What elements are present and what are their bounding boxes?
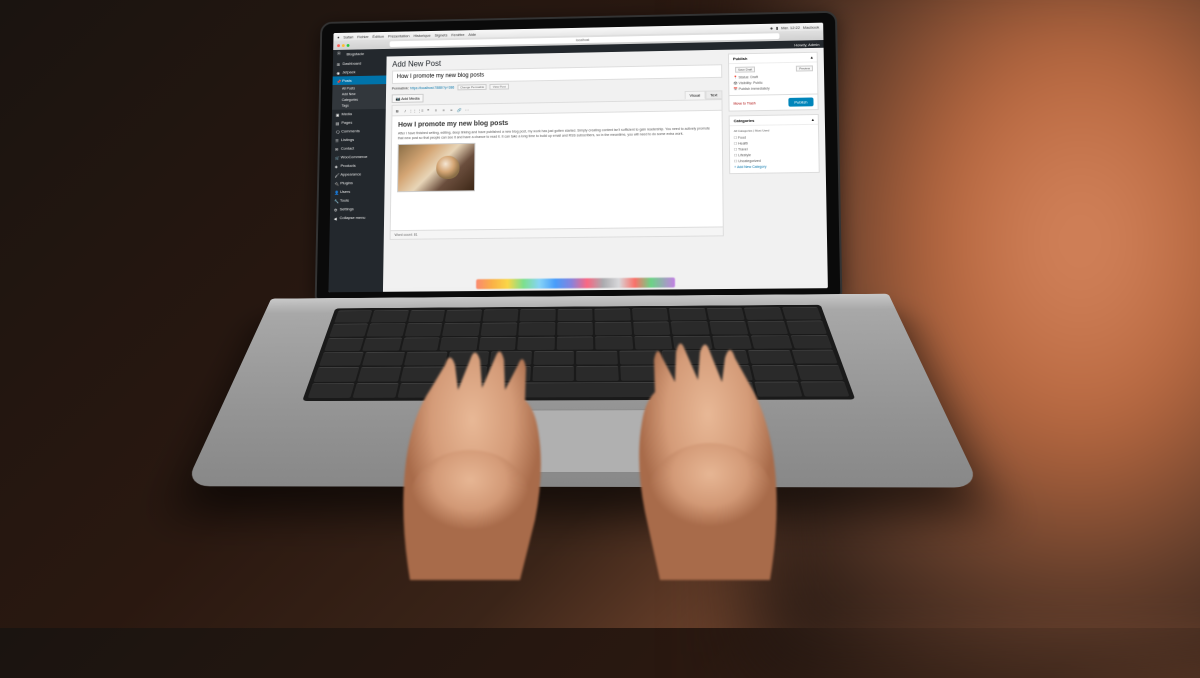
woo-icon: 🛒 <box>335 155 339 159</box>
wifi-icon[interactable]: ◈ <box>770 25 773 30</box>
window-controls <box>337 44 349 47</box>
screen-bezel: ● Safari Fichier Édition Présentation Hi… <box>315 11 843 300</box>
trash-link[interactable]: Move to Trash <box>733 101 755 105</box>
clock[interactable]: Mer. 12:22 <box>781 25 800 30</box>
publish-metabox: Publish ▴ Save Draft Preview 📍 Status: D… <box>728 52 819 112</box>
contact-icon: ✉ <box>335 146 339 150</box>
add-media-button[interactable]: 📷 Add Media <box>392 94 424 103</box>
battery-icon[interactable]: ▮ <box>776 25 778 30</box>
bullet-list-button[interactable]: ⋮⋮ <box>410 107 416 113</box>
editor-body[interactable]: How I promote my new blog posts After I … <box>390 110 724 231</box>
align-right-button[interactable]: ≡ <box>449 107 455 113</box>
add-category-link[interactable]: + Add New Category <box>734 163 815 170</box>
wp-logo-icon[interactable]: ⓦ <box>337 51 341 57</box>
categories-metabox: Categories ▴ All Categories | Most Used … <box>729 114 820 174</box>
macos-dock[interactable] <box>476 277 675 289</box>
menu-history[interactable]: Historique <box>413 32 430 37</box>
cat-tab-used[interactable]: Most Used <box>755 128 769 132</box>
greeting[interactable]: Howdy, Admin <box>794 42 819 47</box>
app-name[interactable]: Safari <box>343 34 353 39</box>
post-image-coffee[interactable] <box>397 143 475 192</box>
comments-icon: 🗨 <box>335 129 339 133</box>
publish-button[interactable]: Publish <box>788 97 813 106</box>
admin-sidebar: ⊞Dashboard ◉Jetpack 📌Posts All Posts Add… <box>328 57 386 293</box>
menu-edit[interactable]: Édition <box>372 33 384 38</box>
main-content: Add New Post How I promote my new blog p… <box>383 48 828 292</box>
italic-button[interactable]: I <box>402 107 408 113</box>
tab-text[interactable]: Text <box>705 90 722 99</box>
laptop-base <box>185 294 981 488</box>
quote-button[interactable]: ❝ <box>425 107 431 113</box>
left-hand <box>370 320 570 580</box>
posts-submenu: All Posts Add New Categories Tags <box>332 84 386 110</box>
change-permalink-button[interactable]: Change Permalink <box>457 84 487 90</box>
menu-help[interactable]: Aide <box>468 31 476 36</box>
site-name[interactable]: Blogstacle <box>346 51 364 56</box>
plugins-icon: 🔌 <box>334 181 338 185</box>
apple-icon[interactable]: ● <box>337 34 339 39</box>
schedule-row: 📅 Publish immediately <box>733 85 813 92</box>
cat-tab-all[interactable]: All Categories <box>734 129 753 133</box>
number-list-button[interactable]: ⋮≡ <box>418 107 424 113</box>
editor-column: Add New Post How I promote my new blog p… <box>389 54 724 288</box>
right-hand <box>600 310 810 580</box>
sidebar-collapse[interactable]: ◀Collapse menu <box>330 213 384 222</box>
collapse-icon: ◀ <box>334 216 338 220</box>
laptop-screen: ● Safari Fichier Édition Présentation Hi… <box>328 23 827 293</box>
media-icon: ▣ <box>336 112 340 116</box>
minimize-window-button[interactable] <box>342 44 345 47</box>
menu-window[interactable]: Fenêtre <box>451 32 464 37</box>
post-paragraph: After I have finished writing, editing, … <box>398 126 716 141</box>
wp-body: ⊞Dashboard ◉Jetpack 📌Posts All Posts Add… <box>328 48 827 293</box>
view-post-button[interactable]: View Post <box>490 84 509 90</box>
maximize-window-button[interactable] <box>347 44 350 47</box>
permalink-url[interactable]: https://localhost:7888/?p=386 <box>410 86 454 91</box>
products-icon: ◈ <box>335 164 339 168</box>
metabox-column: Publish ▴ Save Draft Preview 📍 Status: D… <box>728 52 822 285</box>
align-left-button[interactable]: ≡ <box>433 107 439 113</box>
align-center-button[interactable]: ≡ <box>441 107 447 113</box>
preview-button[interactable]: Preview <box>796 65 813 71</box>
save-draft-button[interactable]: Save Draft <box>735 67 755 73</box>
more-button[interactable]: ⋯ <box>464 106 470 112</box>
menu-bookmarks[interactable]: Signets <box>435 32 448 37</box>
pages-icon: ▤ <box>336 121 340 125</box>
listings-icon: ☰ <box>335 138 339 142</box>
close-window-button[interactable] <box>337 44 340 47</box>
menu-view[interactable]: Présentation <box>388 33 410 38</box>
publish-actions: Move to Trash Publish <box>729 94 817 111</box>
appearance-icon: 🖌 <box>335 172 339 176</box>
link-button[interactable]: 🔗 <box>456 107 462 113</box>
word-count: Word count: 81 <box>394 233 417 237</box>
user-name[interactable]: Macbook <box>803 24 819 29</box>
tools-icon: 🔧 <box>334 198 338 202</box>
users-icon: 👤 <box>334 190 338 194</box>
settings-icon: ⚙ <box>334 207 338 211</box>
collapse-icon[interactable]: ▴ <box>812 117 814 122</box>
editor-tabs: Visual Text <box>684 90 722 99</box>
tab-visual[interactable]: Visual <box>684 91 705 100</box>
categories-body: All Categories | Most Used ☐ Food ☐ Heal… <box>730 125 819 173</box>
bold-button[interactable]: B <box>394 108 400 114</box>
menu-file[interactable]: Fichier <box>357 34 369 39</box>
jetpack-icon: ◉ <box>337 70 341 74</box>
pin-icon: 📌 <box>336 79 340 83</box>
collapse-icon[interactable]: ▴ <box>811 55 813 60</box>
publish-body: Save Draft Preview 📍 Status: Draft 👁 Vis… <box>729 62 817 95</box>
submenu-tags[interactable]: Tags <box>342 102 386 108</box>
dashboard-icon: ⊞ <box>337 62 341 66</box>
